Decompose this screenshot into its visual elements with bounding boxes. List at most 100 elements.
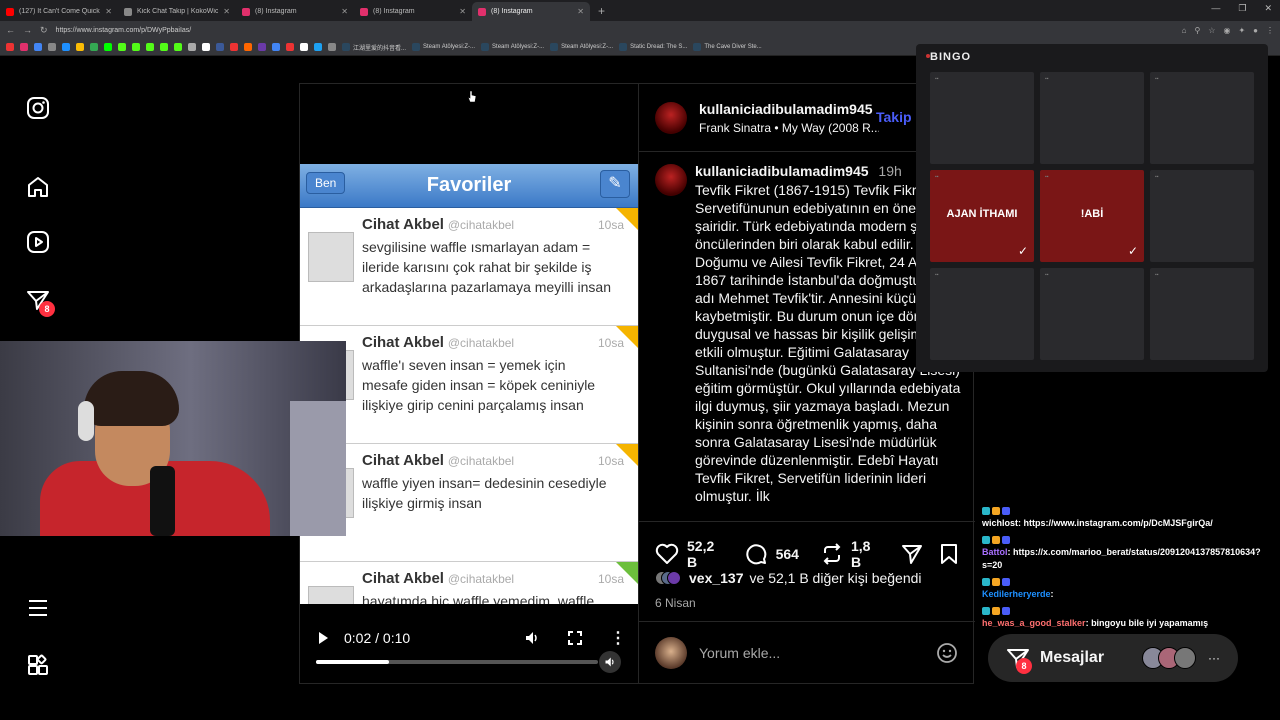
caption-username[interactable]: kullaniciadibulamadim945 bbox=[695, 163, 869, 179]
repost-icon[interactable] bbox=[821, 543, 843, 565]
bookmark-item[interactable]: Steam Atölyesi:Z-... bbox=[550, 43, 613, 51]
author-avatar[interactable] bbox=[655, 102, 687, 134]
bookmark-icon[interactable] bbox=[216, 43, 224, 51]
browser-tab[interactable]: Kick Chat Takip | KokoWich ✕ bbox=[118, 2, 236, 21]
profile-icon[interactable]: ● bbox=[1253, 26, 1258, 35]
video-options-icon[interactable]: ⋮ bbox=[610, 628, 626, 648]
tab-close-icon[interactable]: ✕ bbox=[577, 7, 584, 16]
bookmark-icon[interactable] bbox=[76, 43, 84, 51]
cast-icon[interactable]: ⌂ bbox=[1182, 26, 1187, 35]
bookmark-item[interactable]: Steam Atölyesi:Z-... bbox=[481, 43, 544, 51]
bookmark-icon[interactable] bbox=[174, 43, 182, 51]
minimize-button[interactable]: — bbox=[1211, 3, 1220, 14]
bingo-cell[interactable]: ▪▪ AJAN İTHAMI ✓ bbox=[930, 170, 1034, 262]
messages-more-icon[interactable]: ··· bbox=[1208, 651, 1220, 665]
direct-messages-icon[interactable]: 8 bbox=[25, 287, 55, 317]
extension-icon[interactable]: ◉ bbox=[1223, 26, 1230, 35]
bingo-cell[interactable]: ▪▪ bbox=[1150, 72, 1254, 164]
url-input[interactable]: https://www.instagram.com/p/DWyPpbaiIas/ bbox=[56, 27, 1174, 34]
home-icon[interactable] bbox=[25, 174, 51, 200]
bookmark-icon[interactable] bbox=[314, 43, 322, 51]
bookmark-icon[interactable] bbox=[160, 43, 168, 51]
reels-icon[interactable] bbox=[25, 229, 51, 255]
bookmark-item[interactable]: 江湖里爱的抖音看... bbox=[342, 43, 406, 52]
maximize-button[interactable]: ❐ bbox=[1238, 3, 1246, 14]
bookmark-icon[interactable] bbox=[90, 43, 98, 51]
forward-icon[interactable]: → bbox=[23, 25, 32, 35]
instagram-logo-icon[interactable] bbox=[25, 95, 51, 121]
bookmark-icon[interactable] bbox=[132, 43, 140, 51]
bookmark-icon[interactable] bbox=[6, 43, 14, 51]
video-progress-bar[interactable] bbox=[316, 660, 598, 664]
bookmark-icon[interactable] bbox=[48, 43, 56, 51]
bookmark-icon[interactable] bbox=[146, 43, 154, 51]
repost-count[interactable]: 1,8 B bbox=[851, 538, 879, 570]
reload-icon[interactable]: ↻ bbox=[40, 25, 48, 36]
bookmark-icon[interactable] bbox=[62, 43, 70, 51]
tab-close-icon[interactable]: ✕ bbox=[341, 7, 348, 16]
bingo-cell[interactable]: ▪▪ bbox=[930, 72, 1034, 164]
video-player[interactable]: Ben Favoriler ✎ 10sa Cihat Akbel @cihata… bbox=[300, 84, 638, 683]
bookmark-icon[interactable] bbox=[286, 43, 294, 51]
bookmark-icon[interactable] bbox=[258, 43, 266, 51]
like-icon[interactable] bbox=[655, 543, 679, 565]
bookmark-icon[interactable] bbox=[202, 43, 210, 51]
bookmark-icon[interactable] bbox=[118, 43, 126, 51]
bookmark-item[interactable]: The Cave Diver Ste... bbox=[693, 43, 762, 51]
liked-by-rest[interactable]: ve 52,1 B diğer kişi beğendi bbox=[750, 570, 922, 586]
author-username[interactable]: kullaniciadibulamadim945 bbox=[699, 101, 873, 117]
bingo-cell[interactable]: ▪▪ bbox=[1150, 170, 1254, 262]
extensions-icon[interactable]: ✦ bbox=[1238, 26, 1245, 35]
bookmark-icon[interactable] bbox=[34, 43, 42, 51]
bookmark-icon[interactable] bbox=[104, 43, 112, 51]
zoom-icon[interactable]: ⚲ bbox=[1194, 26, 1200, 35]
close-window-button[interactable]: ✕ bbox=[1264, 3, 1272, 14]
bookmark-icon[interactable] bbox=[188, 43, 196, 51]
bookmark-icon[interactable] bbox=[20, 43, 28, 51]
liked-by-user[interactable]: vex_137 bbox=[689, 570, 744, 586]
bookmark-icon[interactable] bbox=[272, 43, 280, 51]
new-tab-button[interactable]: + bbox=[590, 2, 613, 21]
messages-pill[interactable]: 8 Mesajlar ··· bbox=[988, 634, 1238, 682]
bookmark-star-icon[interactable]: ☆ bbox=[1208, 26, 1215, 35]
bookmark-icon[interactable] bbox=[230, 43, 238, 51]
bingo-cell[interactable]: ▪▪ bbox=[1040, 72, 1144, 164]
bingo-cell[interactable]: ▪▪ !ABİ ✓ bbox=[1040, 170, 1144, 262]
browser-tab[interactable]: (8) Instagram ✕ bbox=[354, 2, 472, 21]
more-menu-icon[interactable] bbox=[25, 595, 51, 621]
comment-input[interactable]: Yorum ekle... bbox=[699, 645, 923, 661]
bookmark-icon[interactable] bbox=[300, 43, 308, 51]
bookmark-icon[interactable] bbox=[244, 43, 252, 51]
browser-tab[interactable]: (127) It Can't Come Quickly Enough ✕ bbox=[0, 2, 118, 21]
comment-icon[interactable] bbox=[744, 542, 768, 566]
play-icon[interactable] bbox=[316, 631, 330, 645]
tab-close-icon[interactable]: ✕ bbox=[459, 7, 466, 16]
bookmark-icon[interactable] bbox=[328, 43, 336, 51]
bookmark-item[interactable]: Steam Atölyesi:Z-... bbox=[412, 43, 475, 51]
bingo-cell[interactable]: ▪▪ bbox=[930, 268, 1034, 360]
back-icon[interactable]: ← bbox=[6, 25, 15, 35]
tab-close-icon[interactable]: ✕ bbox=[223, 7, 230, 16]
comment-count[interactable]: 564 bbox=[776, 546, 799, 562]
mute-toggle-icon[interactable] bbox=[599, 651, 621, 673]
bingo-cell[interactable]: ▪▪ bbox=[1150, 268, 1254, 360]
fullscreen-icon[interactable] bbox=[568, 631, 582, 645]
save-bookmark-icon[interactable] bbox=[939, 543, 959, 565]
volume-icon[interactable] bbox=[524, 630, 540, 646]
tab-close-icon[interactable]: ✕ bbox=[105, 7, 112, 16]
caption-author-avatar[interactable] bbox=[655, 164, 687, 196]
chat-username[interactable]: wichlost bbox=[982, 518, 1018, 528]
like-count[interactable]: 52,2 B bbox=[687, 538, 722, 570]
bookmark-item[interactable]: Static Dread: The S... bbox=[619, 43, 687, 51]
menu-icon[interactable]: ⋮ bbox=[1266, 26, 1274, 35]
audio-track[interactable]: Frank Sinatra • My Way (2008 R... bbox=[699, 121, 879, 135]
share-icon[interactable] bbox=[901, 543, 923, 565]
also-from-meta-icon[interactable] bbox=[25, 652, 51, 678]
chat-username[interactable]: Battol bbox=[982, 547, 1008, 557]
chat-username[interactable]: Kedilerheryerde bbox=[982, 589, 1051, 599]
browser-tab[interactable]: (8) Instagram ✕ bbox=[236, 2, 354, 21]
emoji-icon[interactable] bbox=[935, 641, 959, 665]
bingo-cell[interactable]: ▪▪ bbox=[1040, 268, 1144, 360]
chat-username[interactable]: he_was_a_good_stalker bbox=[982, 618, 1086, 628]
browser-tab[interactable]: (8) Instagram ✕ bbox=[472, 2, 590, 21]
